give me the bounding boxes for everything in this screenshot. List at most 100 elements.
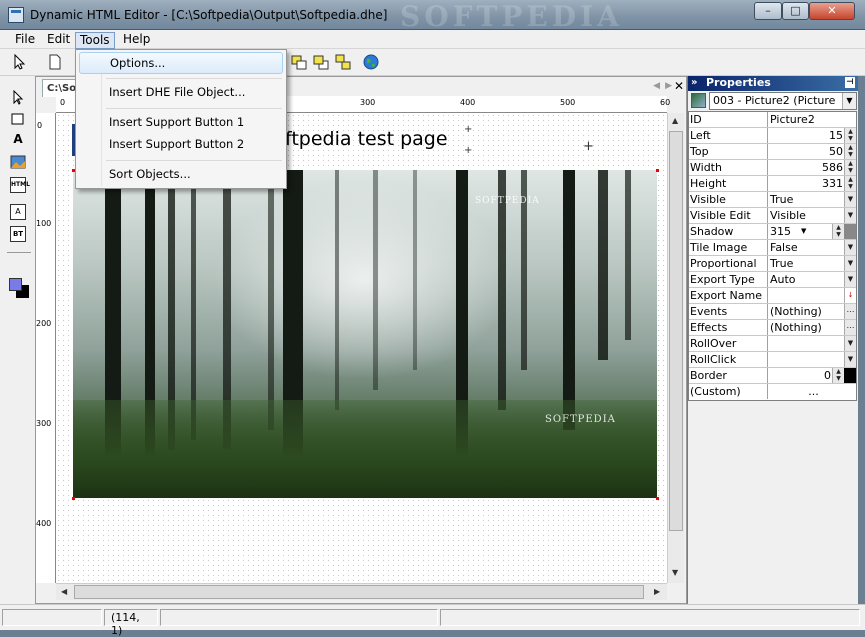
property-row-rollclick[interactable]: RollClick ▼ bbox=[689, 352, 856, 368]
property-row-visible[interactable]: Visible True ▼ bbox=[689, 192, 856, 208]
property-name: Proportional bbox=[689, 256, 768, 271]
menu-item-sort-objects[interactable]: Sort Objects... bbox=[79, 164, 283, 186]
menu-file[interactable]: File bbox=[11, 32, 39, 47]
property-value[interactable]: 315 bbox=[769, 224, 799, 239]
spin-icon[interactable]: ▲ ▼ bbox=[832, 224, 844, 239]
chevron-down-icon[interactable]: ▼ bbox=[844, 336, 856, 351]
spin-icon[interactable]: ▲ ▼ bbox=[832, 368, 844, 383]
property-name: Visible Edit bbox=[689, 208, 768, 223]
property-row-rollover[interactable]: RollOver ▼ bbox=[689, 336, 856, 352]
scroll-right-icon[interactable]: ▶ bbox=[654, 587, 660, 596]
bring-front-icon[interactable] bbox=[290, 53, 308, 71]
property-row-left[interactable]: Left 15 ▲ ▼ bbox=[689, 128, 856, 144]
property-row-shadow[interactable]: Shadow315▼0▲▼ bbox=[689, 224, 856, 240]
menu-item-insert-support-button-1[interactable]: Insert Support Button 1 bbox=[79, 112, 283, 134]
scroll-left-icon[interactable]: ◀ bbox=[61, 587, 67, 596]
menu-help[interactable]: Help bbox=[119, 32, 154, 47]
red-arrow-icon[interactable]: ↓ bbox=[844, 288, 856, 303]
close-document-icon[interactable]: ✕ bbox=[674, 79, 684, 93]
chevron-down-icon[interactable]: ▼ bbox=[842, 93, 856, 109]
pin-icon[interactable]: ⊣ bbox=[845, 77, 855, 88]
picture-object[interactable]: SOFTPEDIA SOFTPEDIA bbox=[73, 170, 657, 498]
property-row-id[interactable]: ID Picture2 bbox=[689, 112, 856, 128]
spin-icon[interactable]: ▲ ▼ bbox=[844, 176, 856, 191]
property-row-height[interactable]: Height 331 ▲ ▼ bbox=[689, 176, 856, 192]
minimize-button[interactable]: – bbox=[754, 2, 782, 20]
tree-trunk bbox=[625, 170, 631, 340]
vertical-scrollbar[interactable]: ▲ ▼ bbox=[667, 113, 684, 583]
group-objects-icon[interactable] bbox=[334, 53, 352, 71]
scroll-thumb[interactable] bbox=[74, 585, 644, 599]
collapse-icon[interactable]: » bbox=[691, 76, 697, 90]
menu-separator bbox=[106, 78, 282, 79]
chevron-down-icon[interactable]: ▼ bbox=[844, 256, 856, 271]
tab-scroll-left-icon[interactable]: ◀ bbox=[653, 81, 660, 91]
spin-icon[interactable]: ▲ ▼ bbox=[844, 128, 856, 143]
page-heading-text[interactable]: ftpedia test page bbox=[285, 128, 448, 150]
property-row-events[interactable]: Events (Nothing)… bbox=[689, 304, 856, 320]
property-row-tile-image[interactable]: Tile Image False ▼ bbox=[689, 240, 856, 256]
ruler-h-label: 300 bbox=[360, 98, 376, 107]
spin-icon[interactable]: ▲ ▼ bbox=[844, 144, 856, 159]
pointer-icon[interactable] bbox=[10, 53, 28, 71]
resize-handle[interactable] bbox=[72, 497, 75, 500]
scroll-up-icon[interactable]: ▲ bbox=[672, 116, 678, 125]
ruler-v-label: 0 bbox=[37, 121, 43, 130]
label-tool-icon[interactable]: A bbox=[10, 204, 26, 220]
property-row-export-name[interactable]: Export Name ↓ bbox=[689, 288, 856, 304]
resize-handle[interactable] bbox=[656, 497, 659, 500]
ellipsis-icon[interactable]: … bbox=[844, 304, 856, 319]
scroll-down-icon[interactable]: ▼ bbox=[672, 568, 678, 577]
resize-handle[interactable] bbox=[656, 169, 659, 172]
html-tool-icon[interactable]: HTML bbox=[10, 177, 30, 193]
preview-globe-icon[interactable] bbox=[362, 53, 380, 71]
property-value[interactable]: ... bbox=[769, 384, 857, 399]
chevron-down-icon[interactable]: ▼ bbox=[844, 192, 856, 207]
title-bar: Dynamic HTML Editor - [C:\Softpedia\Outp… bbox=[0, 0, 865, 33]
property-row-export-type[interactable]: Export Type Auto ▼ bbox=[689, 272, 856, 288]
scroll-thumb[interactable] bbox=[669, 131, 683, 531]
menu-tools[interactable]: Tools bbox=[75, 32, 115, 49]
property-row-custom[interactable]: (Custom)... bbox=[689, 384, 856, 400]
horizontal-scrollbar[interactable]: ◀ ▶ bbox=[56, 583, 667, 600]
property-row-width[interactable]: Width 586 ▲ ▼ bbox=[689, 160, 856, 176]
chevron-down-icon[interactable]: ▼ bbox=[844, 208, 856, 223]
close-button[interactable]: ✕ bbox=[809, 2, 855, 20]
property-name: (Custom) bbox=[689, 384, 768, 399]
app-icon bbox=[8, 7, 24, 23]
spin-icon[interactable]: ▲ ▼ bbox=[844, 160, 856, 175]
tree-trunk bbox=[498, 170, 506, 410]
border-color-swatch[interactable] bbox=[844, 368, 856, 383]
text-handle-icon[interactable]: + bbox=[464, 124, 472, 135]
property-row-proportional[interactable]: Proportional True ▼ bbox=[689, 256, 856, 272]
shadow-color-swatch[interactable] bbox=[844, 224, 856, 239]
text-tool-icon[interactable]: A bbox=[10, 132, 26, 148]
rectangle-tool-icon[interactable] bbox=[10, 111, 26, 127]
button-tool-icon[interactable]: BT bbox=[10, 226, 26, 242]
ellipsis-icon[interactable]: … bbox=[844, 320, 856, 335]
new-file-icon[interactable] bbox=[46, 53, 64, 71]
property-name: Events bbox=[689, 304, 768, 319]
property-row-top[interactable]: Top 50 ▲ ▼ bbox=[689, 144, 856, 160]
select-tool-icon[interactable] bbox=[10, 90, 26, 106]
picture-tool-icon[interactable] bbox=[10, 154, 26, 170]
menu-item-insert-support-button-2[interactable]: Insert Support Button 2 bbox=[79, 134, 283, 156]
text-handle-icon[interactable]: + bbox=[464, 145, 472, 156]
chevron-down-icon[interactable]: ▼ bbox=[844, 272, 856, 287]
send-back-icon[interactable] bbox=[312, 53, 330, 71]
chevron-down-icon[interactable]: ▼ bbox=[801, 224, 806, 239]
property-value[interactable]: Picture2 bbox=[769, 112, 857, 127]
object-selector[interactable]: 003 - Picture2 (Picture ▼ bbox=[709, 92, 857, 110]
menu-item-insert-dhe-file[interactable]: Insert DHE File Object... bbox=[79, 82, 283, 104]
tab-scroll-right-icon[interactable]: ▶ bbox=[665, 81, 672, 91]
chevron-down-icon[interactable]: ▼ bbox=[844, 240, 856, 255]
menu-item-options[interactable]: Options... bbox=[79, 52, 283, 74]
maximize-button[interactable]: □ bbox=[782, 2, 809, 20]
property-name: Export Type bbox=[689, 272, 768, 287]
chevron-down-icon[interactable]: ▼ bbox=[844, 352, 856, 367]
foreground-color-swatch[interactable] bbox=[9, 278, 22, 291]
property-row-visible-edit[interactable]: Visible Edit Visible ▼ bbox=[689, 208, 856, 224]
menu-edit[interactable]: Edit bbox=[43, 32, 74, 47]
property-row-border[interactable]: Border 0 ▲ ▼ bbox=[689, 368, 856, 384]
property-row-effects[interactable]: Effects (Nothing)… bbox=[689, 320, 856, 336]
